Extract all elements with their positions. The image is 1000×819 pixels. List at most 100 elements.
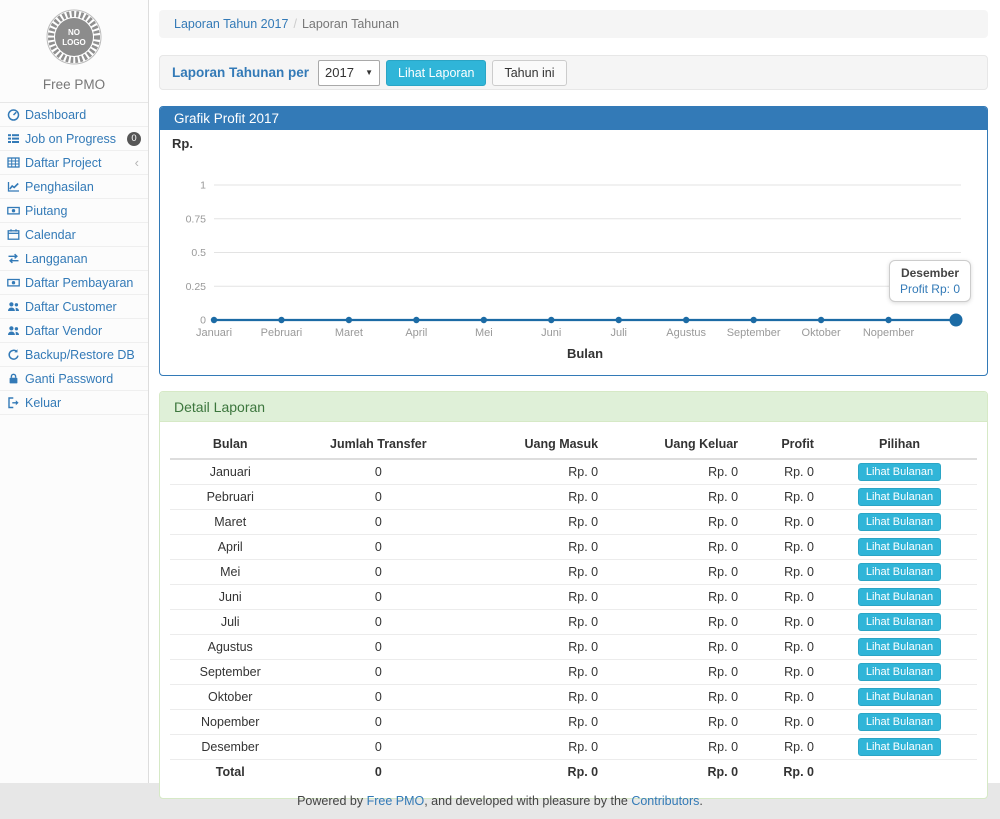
table-cell: Rp. 0 — [606, 735, 746, 760]
table-cell: 0 — [290, 685, 466, 710]
free-pmo-link[interactable]: Free PMO — [367, 794, 425, 808]
table-cell: Rp. 0 — [606, 710, 746, 735]
table-cell: Rp. 0 — [746, 660, 822, 685]
sidebar-item-daftar-customer[interactable]: Daftar Customer — [0, 295, 148, 319]
sidebar-item-job-on-progress[interactable]: Job on Progress0 — [0, 127, 148, 151]
table-cell: Juli — [170, 610, 290, 635]
contributors-link[interactable]: Contributors — [631, 794, 699, 808]
sidebar-item-backup-restore-db[interactable]: Backup/Restore DB — [0, 343, 148, 367]
profit-line-chart[interactable]: 00.250.50.751JanuariPebruariMaretAprilMe… — [168, 154, 974, 364]
sidebar-item-langganan[interactable]: Langganan — [0, 247, 148, 271]
table-cell: Rp. 0 — [606, 685, 746, 710]
svg-text:0.75: 0.75 — [186, 213, 207, 225]
sidebar-item-label: Daftar Pembayaran — [25, 276, 141, 290]
table-cell: Rp. 0 — [606, 560, 746, 585]
tahun-ini-button[interactable]: Tahun ini — [492, 60, 566, 86]
lihat-bulanan-button[interactable]: Lihat Bulanan — [858, 513, 941, 531]
table-cell: Rp. 0 — [466, 485, 606, 510]
table-cell-action: Lihat Bulanan — [822, 585, 977, 610]
svg-text:Juli: Juli — [610, 327, 627, 339]
sidebar-item-label: Daftar Project — [25, 156, 130, 170]
table-cell-action: Lihat Bulanan — [822, 560, 977, 585]
lihat-bulanan-button[interactable]: Lihat Bulanan — [858, 638, 941, 656]
lihat-bulanan-button[interactable]: Lihat Bulanan — [858, 738, 941, 756]
table-cell: 0 — [290, 510, 466, 535]
col-header-bulan: Bulan — [170, 430, 290, 459]
svg-text:Maret: Maret — [335, 327, 363, 339]
table-cell: Rp. 0 — [466, 560, 606, 585]
lihat-bulanan-button[interactable]: Lihat Bulanan — [858, 688, 941, 706]
sidebar-item-label: Penghasilan — [25, 180, 141, 194]
table-header-row: Bulan Jumlah Transfer Uang Masuk Uang Ke… — [170, 430, 977, 459]
sidebar-item-penghasilan[interactable]: Penghasilan — [0, 175, 148, 199]
footer-text: Powered by Free PMO, and developed with … — [297, 794, 703, 808]
list-icon — [7, 132, 20, 145]
table-cell: 0 — [290, 485, 466, 510]
lihat-bulanan-button[interactable]: Lihat Bulanan — [858, 613, 941, 631]
lihat-bulanan-button[interactable]: Lihat Bulanan — [858, 488, 941, 506]
no-logo-badge-icon: NO LOGO — [45, 8, 103, 66]
table-cell: Rp. 0 — [606, 535, 746, 560]
table-row: Juni0Rp. 0Rp. 0Rp. 0Lihat Bulanan — [170, 585, 977, 610]
table-cell: Desember — [170, 735, 290, 760]
table-row: Desember0Rp. 0Rp. 0Rp. 0Lihat Bulanan — [170, 735, 977, 760]
detail-laporan-title: Detail Laporan — [160, 392, 987, 422]
lihat-bulanan-button[interactable]: Lihat Bulanan — [858, 463, 941, 481]
chart-body: Rp. 00.250.50.751JanuariPebruariMaretApr… — [160, 130, 987, 375]
table-row: Agustus0Rp. 0Rp. 0Rp. 0Lihat Bulanan — [170, 635, 977, 660]
table-row: Mei0Rp. 0Rp. 0Rp. 0Lihat Bulanan — [170, 560, 977, 585]
chart-panel-title: Grafik Profit 2017 — [160, 107, 987, 130]
table-cell: Pebruari — [170, 485, 290, 510]
chart-y-axis-label: Rp. — [172, 136, 979, 154]
table-cell: 0 — [290, 710, 466, 735]
svg-text:0.5: 0.5 — [191, 247, 206, 259]
chevron-left-icon: ‹ — [135, 155, 141, 170]
table-cell: Rp. 0 — [606, 760, 746, 784]
table-row: Juli0Rp. 0Rp. 0Rp. 0Lihat Bulanan — [170, 610, 977, 635]
sidebar-item-label: Backup/Restore DB — [25, 348, 141, 362]
table-cell: Rp. 0 — [746, 710, 822, 735]
table-cell: Rp. 0 — [466, 735, 606, 760]
sidebar-item-calendar[interactable]: Calendar — [0, 223, 148, 247]
sidebar-item-label: Daftar Vendor — [25, 324, 141, 338]
table-cell: 0 — [290, 735, 466, 760]
svg-text:0: 0 — [200, 315, 206, 327]
lihat-bulanan-button[interactable]: Lihat Bulanan — [858, 538, 941, 556]
lihat-laporan-button[interactable]: Lihat Laporan — [386, 60, 486, 86]
table-cell: Maret — [170, 510, 290, 535]
table-cell: Rp. 0 — [746, 685, 822, 710]
sidebar-item-daftar-pembayaran[interactable]: Daftar Pembayaran — [0, 271, 148, 295]
table-cell-action: Lihat Bulanan — [822, 735, 977, 760]
lihat-bulanan-button[interactable]: Lihat Bulanan — [858, 563, 941, 581]
chevron-down-icon: ▼ — [365, 68, 373, 77]
sidebar-item-ganti-password[interactable]: Ganti Password — [0, 367, 148, 391]
chart-tooltip: Desember Profit Rp: 0 — [889, 260, 971, 302]
profit-chart-panel: Grafik Profit 2017 Rp. 00.250.50.751Janu… — [159, 106, 988, 376]
sidebar-item-daftar-vendor[interactable]: Daftar Vendor — [0, 319, 148, 343]
table-cell: 0 — [290, 660, 466, 685]
table-cell: Rp. 0 — [746, 485, 822, 510]
table-cell-action: Lihat Bulanan — [822, 459, 977, 485]
table-cell: Rp. 0 — [466, 710, 606, 735]
year-select[interactable]: 2017 ▼ — [318, 60, 380, 86]
sidebar-item-keluar[interactable]: Keluar — [0, 391, 148, 415]
svg-text:Januari: Januari — [196, 327, 232, 339]
table-cell: Rp. 0 — [466, 635, 606, 660]
lihat-bulanan-button[interactable]: Lihat Bulanan — [858, 588, 941, 606]
lihat-bulanan-button[interactable]: Lihat Bulanan — [858, 713, 941, 731]
table-cell: Rp. 0 — [466, 459, 606, 485]
sidebar-item-daftar-project[interactable]: Daftar Project ‹ — [0, 151, 148, 175]
breadcrumb-link-laporan-tahun[interactable]: Laporan Tahun 2017 — [174, 17, 288, 31]
table-cell: Rp. 0 — [466, 760, 606, 784]
sidebar-item-dashboard[interactable]: Dashboard — [0, 103, 148, 127]
sidebar-item-piutang[interactable]: Piutang — [0, 199, 148, 223]
table-cell: Januari — [170, 459, 290, 485]
table-cell: Rp. 0 — [746, 510, 822, 535]
refresh-icon — [7, 348, 20, 361]
lihat-bulanan-button[interactable]: Lihat Bulanan — [858, 663, 941, 681]
table-cell: April — [170, 535, 290, 560]
svg-text:Oktober: Oktober — [802, 327, 841, 339]
tooltip-month: Desember — [900, 266, 960, 280]
table-row: April0Rp. 0Rp. 0Rp. 0Lihat Bulanan — [170, 535, 977, 560]
table-cell-action: Lihat Bulanan — [822, 660, 977, 685]
